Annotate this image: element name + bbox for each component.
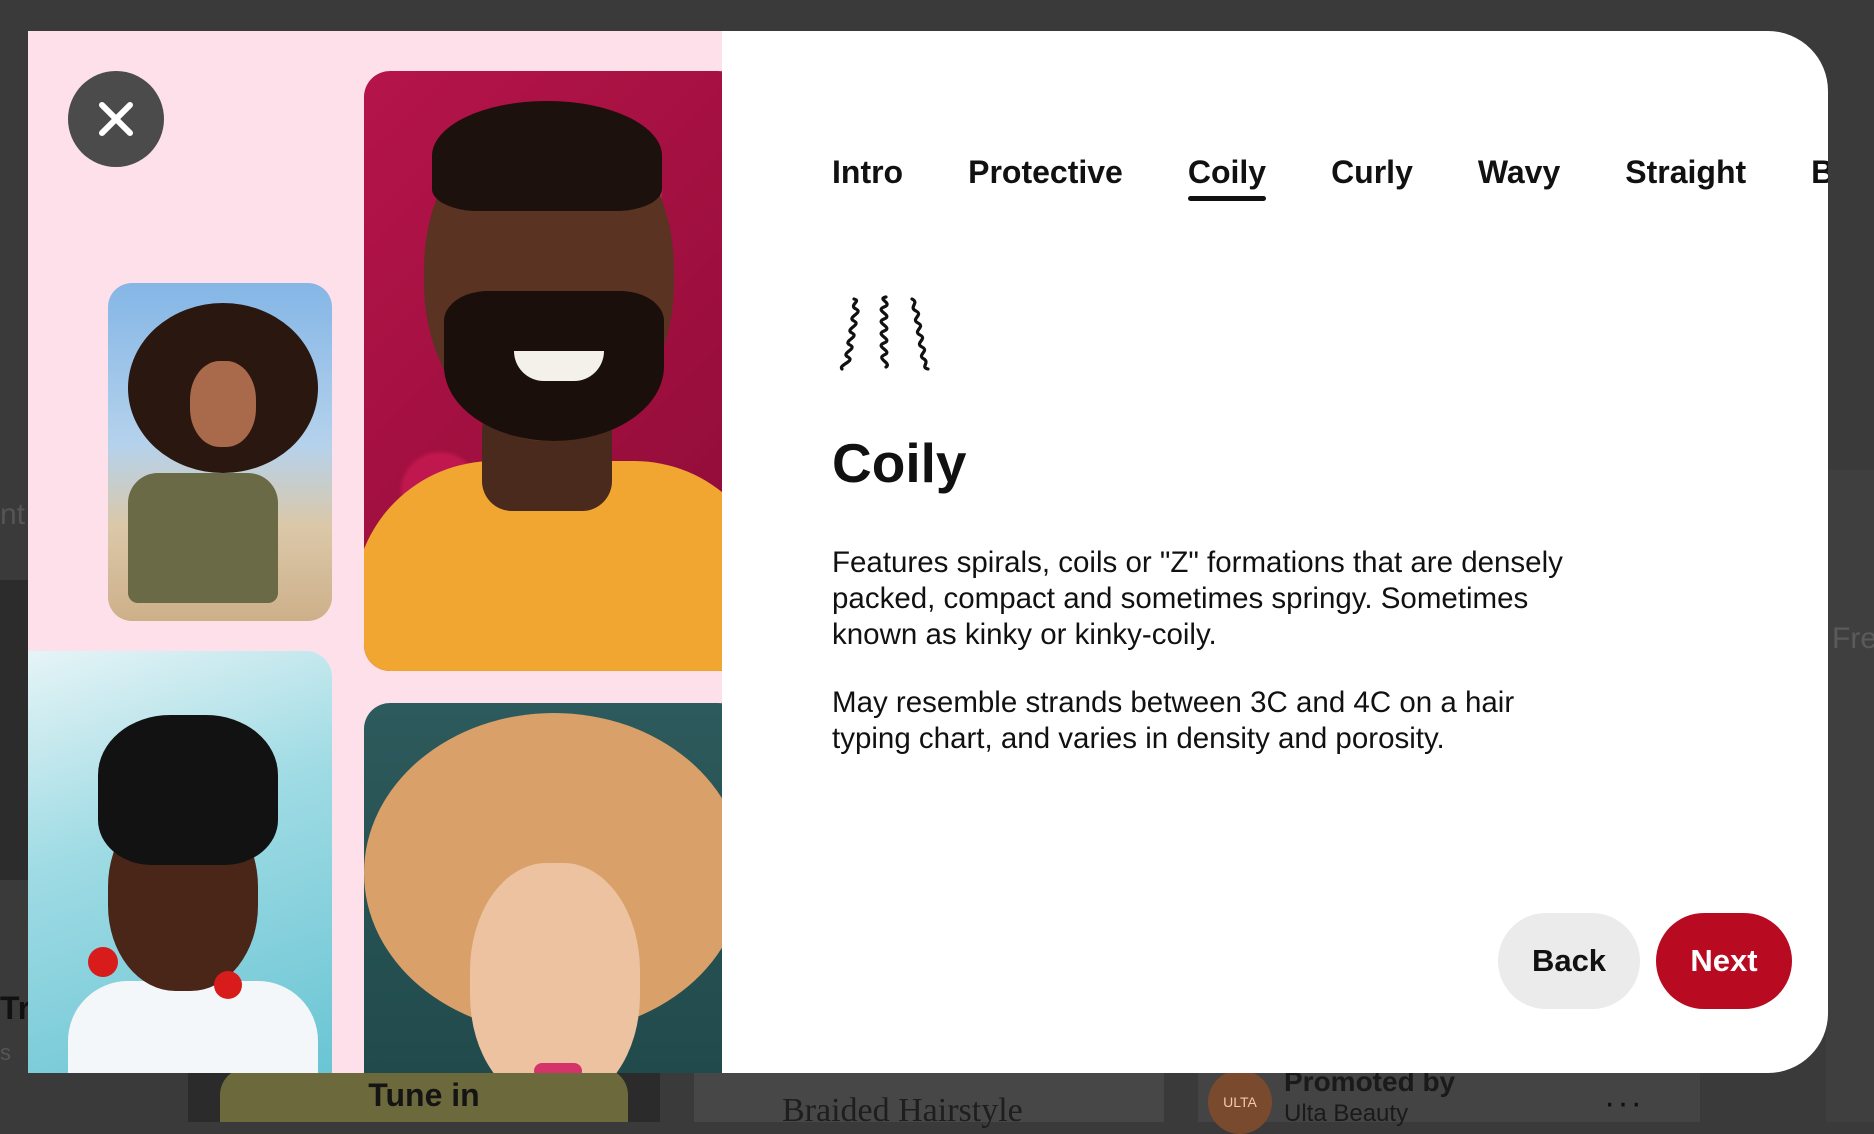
pin-title: Braided Hairstyle [782, 1092, 1023, 1129]
coily-hair-icon [839, 295, 930, 371]
back-button[interactable]: Back [1498, 913, 1640, 1009]
description-paragraph: May resemble strands between 3C and 4C o… [832, 686, 1515, 755]
background-card-left [0, 580, 28, 880]
tab-curly[interactable]: Curly [1331, 143, 1413, 201]
photo-man-smiling [364, 71, 722, 671]
advertiser-name: Ulta Beauty [1284, 1100, 1409, 1127]
tab-partial[interactable]: Ba [1811, 143, 1828, 201]
close-icon [99, 102, 133, 136]
background-card-right [1826, 470, 1874, 1122]
photo-woman-high-top [28, 651, 332, 1073]
background-text: Fre [1832, 622, 1874, 655]
tab-wavy[interactable]: Wavy [1478, 143, 1560, 201]
close-button[interactable] [68, 71, 164, 167]
tab-protective[interactable]: Protective [968, 143, 1123, 201]
hair-pattern-modal: Intro Protective Coily Curly Wavy Straig… [28, 31, 1828, 1073]
tab-coily[interactable]: Coily [1187, 143, 1267, 201]
tab-intro[interactable]: Intro [832, 143, 903, 201]
section-title: Coily [832, 432, 967, 494]
photo-woman-curly-hair [108, 283, 332, 621]
content-panel: Intro Protective Coily Curly Wavy Straig… [722, 31, 1828, 1073]
description-paragraph: Features spirals, coils or "Z" formation… [832, 546, 1563, 651]
background-text: s [0, 1040, 11, 1065]
tab-straight[interactable]: Straight [1625, 143, 1746, 201]
hair-type-tabs: Intro Protective Coily Curly Wavy Straig… [832, 143, 1828, 213]
background-text: Tr [0, 990, 31, 1026]
photo-person-blonde-afro [364, 703, 722, 1073]
next-button[interactable]: Next [1656, 913, 1792, 1009]
tune-in-button: Tune in [220, 1068, 628, 1122]
photo-collage [28, 31, 722, 1073]
more-icon: ··· [1604, 1084, 1644, 1122]
advertiser-logo: ULTA [1208, 1070, 1272, 1134]
